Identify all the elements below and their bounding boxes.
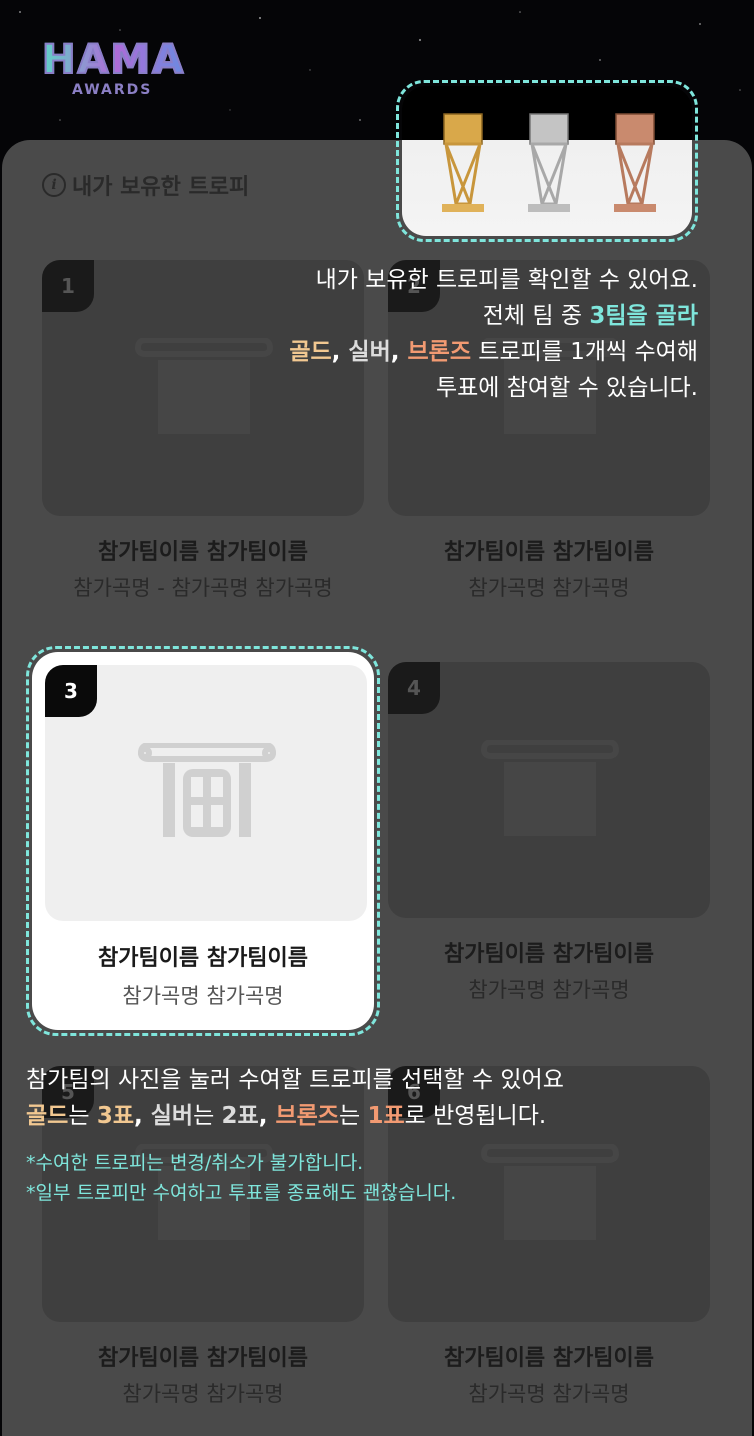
team-name: 참가팀이름 참가팀이름 <box>443 942 655 967</box>
guide-line: 전체 팀 중 3팀을 골라 <box>289 298 698 334</box>
team-name: 참가팀이름 참가팀이름 <box>443 1346 655 1371</box>
team-photo[interactable]: 3 <box>45 665 367 921</box>
guide-text: , <box>331 339 349 365</box>
highlighted-team-card[interactable]: 3 참가팀이름 참가팀이름 참가곡명 참가곡명 <box>26 646 380 1036</box>
card-number: 1 <box>42 260 94 312</box>
song-name: 참가곡명 참가곡명 <box>468 1382 630 1406</box>
vote-notes: *수여한 트로피는 변경/취소가 불가합니다. *일부 트로피만 수여하고 투표… <box>26 1148 456 1208</box>
guide-text: 는 <box>193 1103 222 1129</box>
team-name: 참가팀이름 참가팀이름 <box>443 540 655 565</box>
logo-sub-text: AWARDS <box>72 82 153 98</box>
song-name: 참가곡명 참가곡명 <box>122 984 284 1008</box>
info-icon[interactable]: i <box>42 173 66 197</box>
team-name: 참가팀이름 참가팀이름 <box>97 540 309 565</box>
guide-line: 내가 보유한 트로피를 확인할 수 있어요. <box>315 267 698 293</box>
logo-main-text: HAMA <box>41 37 186 83</box>
bronze-trophy-icon <box>614 113 656 212</box>
gold-label: 골드 <box>26 1103 69 1129</box>
owned-trophies <box>402 86 692 236</box>
gold-label: 골드 <box>289 339 332 365</box>
placeholder-pillar-icon <box>138 743 277 837</box>
placeholder-pillar-icon <box>135 338 274 434</box>
silver-label: 실버 <box>150 1103 194 1129</box>
team-name: 참가팀이름 참가팀이름 <box>97 1346 309 1371</box>
song-name: 참가곡명 참가곡명 <box>122 1382 284 1406</box>
panel-title: i 내가 보유한 트로피 <box>42 170 249 200</box>
panel-title-text: 내가 보유한 트로피 <box>72 175 250 200</box>
guide-line: 골드, 실버, 브론즈 트로피를 1개씩 수여해 <box>289 334 698 370</box>
guide-text: , <box>390 339 408 365</box>
gold-votes: 3표 <box>96 1103 134 1129</box>
owned-trophies-highlight <box>396 80 698 242</box>
guide-text: 로 반영됩니다. <box>404 1103 547 1129</box>
team-photo[interactable]: 4 <box>388 662 710 918</box>
bronze-votes: 1표 <box>367 1103 405 1129</box>
note-line: *일부 트로피만 수여하고 투표를 종료해도 괜찮습니다. <box>26 1182 457 1204</box>
team-name: 참가팀이름 참가팀이름 <box>97 946 309 971</box>
team-card[interactable]: 4 참가팀이름 참가팀이름 참가곡명 참가곡명 <box>388 662 710 1004</box>
guide-line: 참가팀의 사진을 눌러 수여할 트로피를 선택할 수 있어요 <box>26 1067 564 1093</box>
silver-trophy-icon <box>528 113 570 212</box>
guide-text: , <box>258 1103 276 1129</box>
highlighted-card-body: 3 참가팀이름 참가팀이름 참가곡명 참가곡명 <box>32 652 374 1030</box>
guide-text: 는 <box>338 1103 368 1129</box>
guide-text: 트로피를 1개씩 수여해 <box>470 339 698 365</box>
song-name: 참가곡명 참가곡명 <box>468 576 630 600</box>
card-number: 3 <box>45 665 97 717</box>
gold-trophy-icon <box>442 113 484 212</box>
trophy-guide-text: 내가 보유한 트로피를 확인할 수 있어요. 전체 팀 중 3팀을 골라 골드,… <box>289 262 698 406</box>
guide-highlight: 3팀을 골라 <box>589 303 698 329</box>
guide-text: 는 <box>68 1103 97 1129</box>
placeholder-pillar-icon <box>481 740 620 836</box>
card-number: 4 <box>388 662 440 714</box>
guide-text: , <box>133 1103 151 1129</box>
silver-label: 실버 <box>348 339 391 365</box>
bronze-label: 브론즈 <box>275 1103 339 1129</box>
song-name: 참가곡명 - 참가곡명 참가곡명 <box>73 576 333 600</box>
bronze-label: 브론즈 <box>407 339 471 365</box>
song-name: 참가곡명 참가곡명 <box>468 978 630 1002</box>
vote-guide-text: 참가팀의 사진을 눌러 수여할 트로피를 선택할 수 있어요 골드는 3표, 실… <box>26 1062 564 1134</box>
placeholder-pillar-icon <box>481 1144 620 1240</box>
guide-line: 투표에 참여할 수 있습니다. <box>435 375 698 401</box>
guide-line: 골드는 3표, 실버는 2표, 브론즈는 1표로 반영됩니다. <box>26 1098 564 1134</box>
note-line: *수여한 트로피는 변경/취소가 불가합니다. <box>26 1152 364 1174</box>
silver-votes: 2표 <box>221 1103 259 1129</box>
hama-awards-logo: HAMA AWARDS <box>41 37 202 102</box>
guide-text: 전체 팀 중 <box>482 303 590 329</box>
